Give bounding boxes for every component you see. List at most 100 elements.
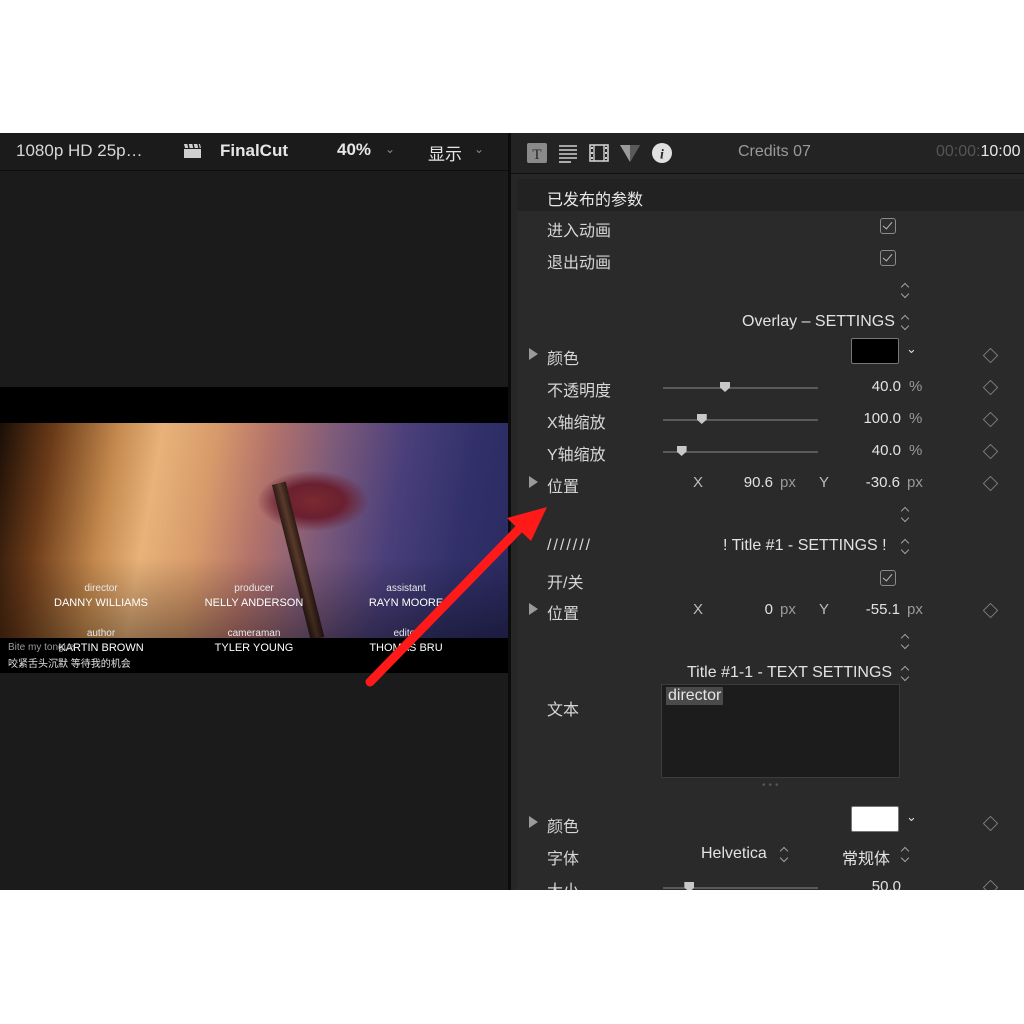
timecode-value: 10:00	[980, 143, 1021, 160]
y-scale-value[interactable]: 40.0	[837, 442, 901, 459]
viewer: 1080p HD 25p… FinalCut 40% ⌄ 显示 ⌄ direct…	[0, 133, 508, 890]
filter-icon[interactable]	[619, 142, 641, 164]
up-down-arrow-icon[interactable]	[780, 847, 790, 863]
x-axis-label: X	[693, 474, 704, 491]
keyframe-diamond-icon[interactable]	[982, 815, 999, 832]
position-x-value[interactable]: 90.6	[717, 474, 773, 491]
up-down-arrow-icon[interactable]	[901, 847, 911, 863]
overlay-settings-label[interactable]: Overlay – SETTINGS	[742, 313, 895, 331]
chevron-down-icon[interactable]: ⌄	[385, 142, 395, 156]
x-scale-slider[interactable]	[663, 414, 818, 424]
title1-settings-label[interactable]: ! Title #1 - SETTINGS !	[723, 537, 887, 555]
keyframe-diamond-icon[interactable]	[982, 475, 999, 492]
overlay-color-row: 颜色 ⌄	[517, 338, 1024, 372]
color-swatch[interactable]	[851, 338, 899, 364]
disclosure-triangle-icon[interactable]	[529, 603, 538, 615]
stepper-row	[517, 627, 1024, 659]
film-icon[interactable]	[588, 142, 610, 164]
credit-block: assistant RAYN MOORE	[326, 583, 486, 609]
x-scale-value[interactable]: 100.0	[837, 410, 901, 427]
project-name: FinalCut	[220, 141, 288, 160]
up-down-arrow-icon[interactable]	[901, 507, 911, 523]
font-style-popup[interactable]: 常规体	[842, 845, 890, 869]
size-value[interactable]: 50.0	[837, 878, 901, 890]
y-scale-slider[interactable]	[663, 446, 818, 456]
position-y-value[interactable]: -55.1	[842, 601, 900, 618]
keyframe-diamond-icon[interactable]	[982, 379, 999, 396]
slider-thumb[interactable]	[696, 414, 707, 424]
resize-grip-icon[interactable]: •••	[762, 780, 782, 791]
keyframe-diamond-icon[interactable]	[982, 879, 999, 890]
up-down-arrow-icon[interactable]	[901, 539, 911, 555]
inspector: T i Credits 07 00:00:10:00 已发布的参数 进入动画 退…	[511, 133, 1024, 890]
up-down-arrow-icon[interactable]	[901, 634, 911, 650]
position-row: 位置 X 90.6 px Y -30.6 px	[517, 468, 1024, 500]
opacity-slider[interactable]	[663, 382, 818, 392]
inspector-title: Credits 07	[738, 143, 811, 160]
text-label: 文本	[547, 702, 580, 719]
keyframe-diamond-icon[interactable]	[982, 443, 999, 460]
section-header: 已发布的参数	[517, 179, 1024, 211]
paragraph-icon[interactable]	[557, 142, 579, 164]
chevron-down-icon[interactable]: ⌄	[906, 341, 917, 357]
svg-text:i: i	[660, 148, 664, 163]
slider-thumb[interactable]	[676, 446, 687, 456]
slider-thumb[interactable]	[720, 382, 730, 392]
build-out-row: 退出动画	[517, 244, 1024, 276]
chevron-down-icon[interactable]: ⌄	[474, 142, 484, 156]
up-down-arrow-icon[interactable]	[901, 666, 911, 682]
title11-settings-label[interactable]: Title #1-1 - TEXT SETTINGS	[687, 664, 892, 682]
slider-thumb[interactable]	[684, 882, 695, 890]
final-cut-window: 1080p HD 25p… FinalCut 40% ⌄ 显示 ⌄ direct…	[0, 133, 1024, 890]
credit-role: producer	[234, 583, 274, 594]
size-label: 大小	[547, 877, 579, 890]
font-family-popup[interactable]: Helvetica	[701, 845, 767, 863]
info-icon[interactable]: i	[651, 142, 673, 164]
y-scale-row: Y轴缩放 40.0 %	[517, 436, 1024, 468]
display-menu[interactable]: 显示	[428, 140, 462, 165]
disclosure-triangle-icon[interactable]	[529, 816, 538, 828]
disclosure-triangle-icon[interactable]	[529, 348, 538, 360]
unit-label: px	[780, 601, 796, 618]
position-row-2: 位置 X 0 px Y -55.1 px	[517, 595, 1024, 627]
credit-role: assistant	[386, 583, 426, 594]
x-scale-row: X轴缩放 100.0 %	[517, 404, 1024, 436]
opacity-row: 不透明度 40.0 %	[517, 372, 1024, 404]
build-in-checkbox[interactable]	[880, 218, 896, 234]
x-scale-label: X轴缩放	[547, 415, 606, 432]
position-y-value[interactable]: -30.6	[842, 474, 900, 491]
opacity-value[interactable]: 40.0	[837, 378, 901, 395]
y-axis-label: Y	[819, 601, 830, 618]
credit-name: TYLER YOUNG	[214, 642, 294, 654]
timecode: 00:00:10:00	[936, 143, 1021, 161]
unit-label: %	[909, 442, 923, 459]
text-field[interactable]: director	[661, 684, 900, 778]
size-slider[interactable]	[663, 882, 818, 890]
up-down-arrow-icon[interactable]	[901, 283, 911, 299]
chevron-down-icon[interactable]: ⌄	[906, 809, 917, 825]
keyframe-diamond-icon[interactable]	[982, 411, 999, 428]
unit-label: %	[909, 410, 923, 427]
stepper-row	[517, 500, 1024, 532]
section-title: 已发布的参数	[547, 192, 644, 209]
zoom-menu[interactable]: 40%	[337, 140, 371, 160]
text-inspector-icon[interactable]: T	[526, 142, 548, 164]
format-menu[interactable]: 1080p HD 25p…	[16, 141, 143, 161]
disclosure-triangle-icon[interactable]	[529, 476, 538, 488]
keyframe-diamond-icon[interactable]	[982, 602, 999, 619]
font-row: 字体 Helvetica 常规体	[517, 840, 1024, 872]
position-x-value[interactable]: 0	[717, 601, 773, 618]
onoff-checkbox[interactable]	[880, 570, 896, 586]
credit-name: RAYN MOORE	[368, 597, 444, 609]
up-down-arrow-icon[interactable]	[901, 315, 911, 331]
color-swatch[interactable]	[851, 806, 899, 832]
subtitle-english: Bite my tongue	[8, 642, 75, 653]
build-out-checkbox[interactable]	[880, 250, 896, 266]
text-field-value[interactable]: director	[666, 687, 724, 705]
keyframe-diamond-icon[interactable]	[982, 347, 999, 364]
onoff-row: 开/关	[517, 564, 1024, 596]
separator-label: ///////	[547, 537, 593, 554]
font-label: 字体	[547, 851, 580, 868]
svg-text:T: T	[532, 147, 541, 163]
stepper-row	[517, 276, 1024, 308]
